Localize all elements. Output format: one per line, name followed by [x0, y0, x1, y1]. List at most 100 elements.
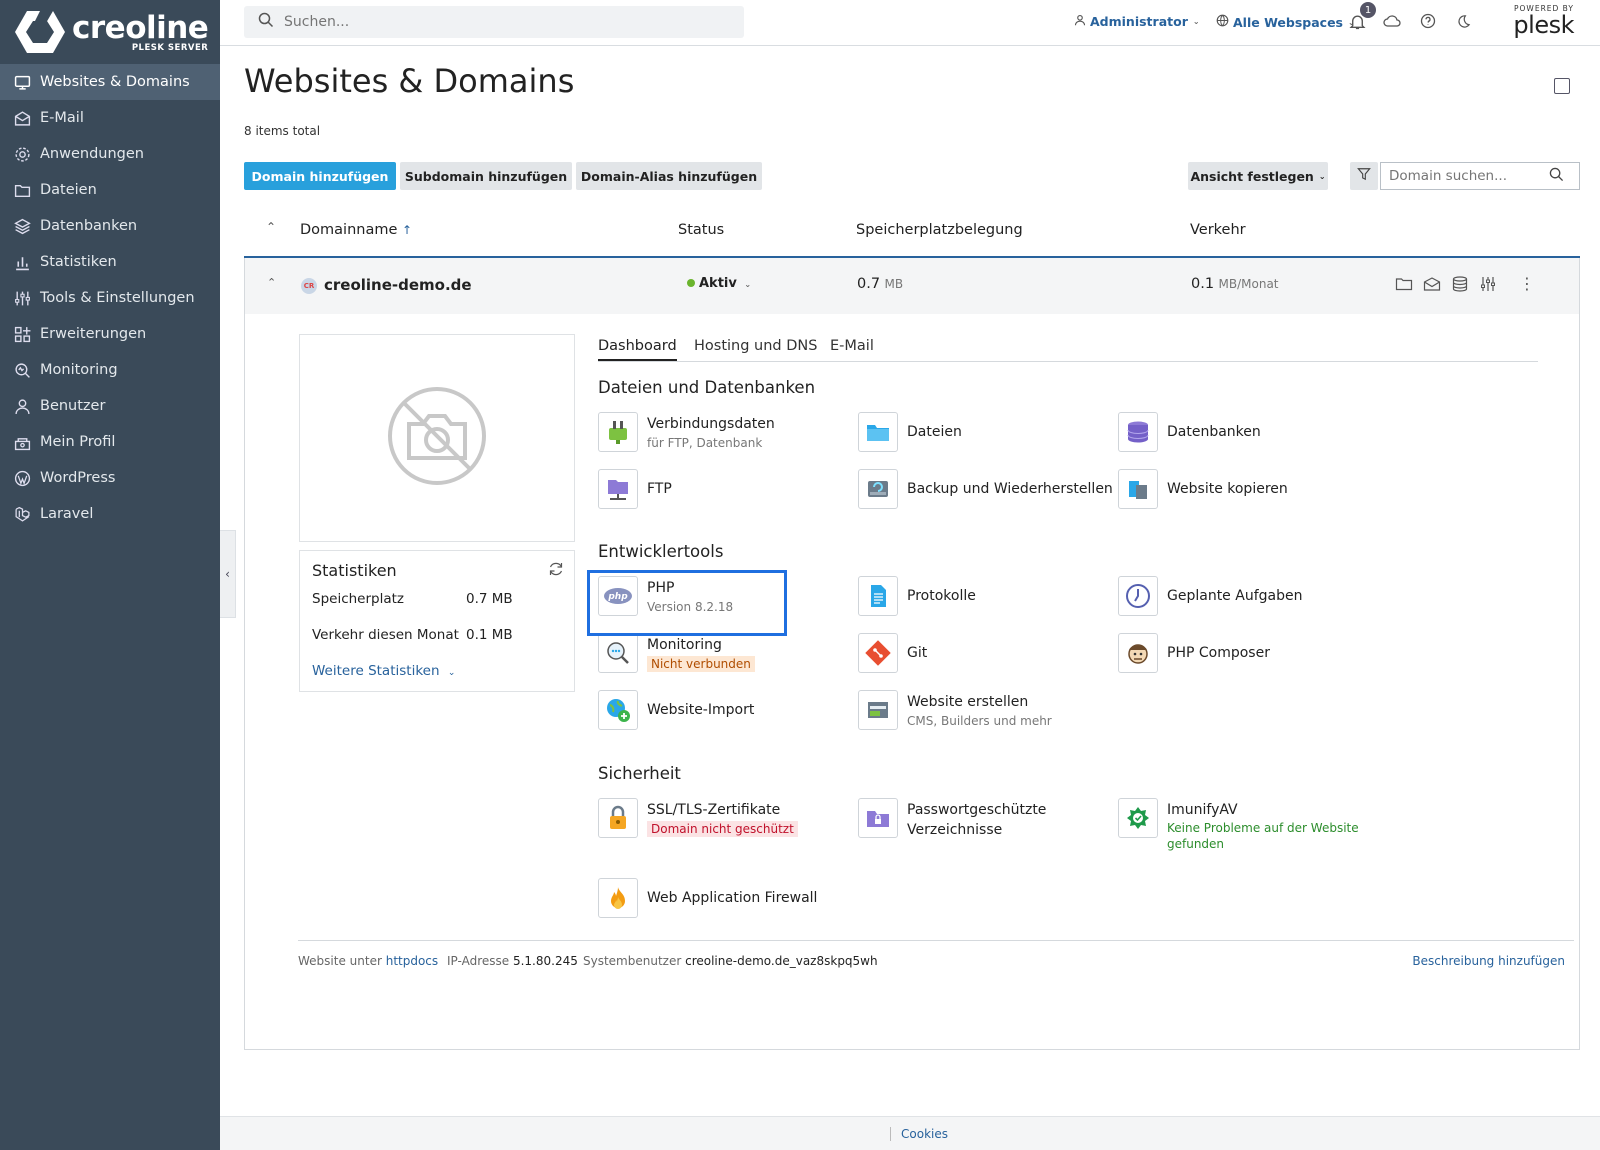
tool-protected-directories[interactable]: Passwortgeschützte Verzeichnisse	[858, 798, 1046, 840]
sidebar-item-applications[interactable]: Anwendungen	[0, 136, 220, 172]
add-description-link[interactable]: Beschreibung hinzufügen	[1412, 954, 1565, 968]
sidebar-item-wordpress[interactable]: WordPress	[0, 460, 220, 496]
tool-label: PHP Composer	[1167, 645, 1270, 661]
tool-git[interactable]: Git	[858, 633, 927, 673]
folder-icon	[858, 412, 898, 452]
filter-button[interactable]	[1350, 162, 1378, 190]
panel-toggle-icon[interactable]	[1554, 78, 1570, 94]
tool-label: Website kopieren	[1167, 481, 1288, 497]
webspace-selector[interactable]: Alle Webspaces ⌄	[1216, 14, 1355, 30]
tool-php-composer[interactable]: PHP Composer	[1118, 633, 1270, 673]
tool-ftp[interactable]: FTP	[598, 469, 672, 509]
tab-email[interactable]: E-Mail	[830, 338, 874, 359]
protected-folder-icon	[858, 798, 898, 838]
add-subdomain-button[interactable]: Subdomain hinzufügen	[400, 162, 572, 190]
httpdocs-link[interactable]: httpdocs	[386, 954, 438, 968]
traffic-usage: 0.1 MB/Monat	[1191, 276, 1279, 292]
ip-address: IP-Adresse 5.1.80.245	[447, 954, 578, 968]
brand-logo[interactable]: creoline PLESK SERVER	[0, 0, 220, 64]
tool-monitoring[interactable]: Monitoring Nicht verbunden	[598, 633, 755, 673]
sidebar-item-statistics[interactable]: Statistiken	[0, 244, 220, 280]
global-search[interactable]	[244, 6, 744, 38]
refresh-icon[interactable]	[548, 561, 564, 581]
sidebar-item-my-profile[interactable]: Mein Profil	[0, 424, 220, 460]
sidebar-item-websites-domains[interactable]: Websites & Domains	[0, 64, 220, 100]
more-vertical-icon[interactable]: ⋮	[1519, 274, 1535, 293]
status-badge: Nicht verbunden	[647, 656, 755, 672]
help-icon	[1420, 13, 1436, 33]
collapse-row-icon[interactable]: ⌃	[267, 276, 276, 289]
cloud-button[interactable]	[1381, 12, 1403, 34]
cookies-link[interactable]: Cookies	[890, 1127, 948, 1141]
collapse-all-icon[interactable]: ⌃	[266, 220, 276, 234]
page-footer: Cookies	[220, 1116, 1600, 1150]
sidebar-item-label: Mein Profil	[40, 434, 116, 450]
database-icon	[1118, 412, 1158, 452]
sort-ascending-icon: ↑	[402, 223, 413, 237]
dark-mode-toggle[interactable]	[1452, 12, 1474, 34]
sidebar-item-files[interactable]: Dateien	[0, 172, 220, 208]
status-dropdown[interactable]: Aktiv ⌄	[699, 276, 751, 291]
stat-traffic-label: Verkehr diesen Monat	[312, 627, 459, 643]
row-settings-button[interactable]	[1479, 276, 1497, 296]
more-statistics-link[interactable]: Weitere Statistiken ⌄	[312, 663, 455, 679]
notifications-button[interactable]: 1	[1346, 2, 1376, 34]
tool-connection-info[interactable]: Verbindungsdaten für FTP, Datenbank	[598, 412, 775, 452]
tool-logs[interactable]: Protokolle	[858, 576, 976, 616]
tool-scheduled-tasks[interactable]: Geplante Aufgaben	[1118, 576, 1302, 616]
tool-website-builder[interactable]: Website erstellen CMS, Builders und mehr	[858, 690, 1052, 730]
row-mail-button[interactable]	[1423, 276, 1441, 296]
database-icon	[1451, 276, 1469, 296]
column-header-status[interactable]: Status	[678, 222, 724, 238]
view-settings-button[interactable]: Ansicht festlegen ⌄	[1188, 162, 1328, 190]
page-title: Websites & Domains	[244, 62, 575, 100]
sidebar-item-monitoring[interactable]: Monitoring	[0, 352, 220, 388]
tool-backup[interactable]: Backup und Wiederherstellen	[858, 469, 1113, 509]
laravel-icon	[12, 504, 32, 524]
tool-imunifyav[interactable]: ImunifyAV Keine Probleme auf der Website…	[1118, 798, 1359, 852]
brand-name: creoline	[72, 9, 209, 46]
column-header-domain[interactable]: Domainname ↑	[300, 222, 412, 238]
domain-search-input[interactable]	[1389, 168, 1549, 184]
column-header-disk[interactable]: Speicherplatzbelegung	[856, 222, 1023, 238]
tool-label: Geplante Aufgaben	[1167, 588, 1303, 604]
tab-dashboard[interactable]: Dashboard	[598, 338, 677, 361]
sidebar-item-extensions[interactable]: Erweiterungen	[0, 316, 220, 352]
sidebar-item-label: Tools & Einstellungen	[40, 290, 195, 306]
sidebar-item-label: Datenbanken	[40, 218, 138, 234]
website-path-label: Website unter	[298, 954, 382, 968]
sidebar-item-tools-settings[interactable]: Tools & Einstellungen	[0, 280, 220, 316]
sidebar-item-email[interactable]: E-Mail	[0, 100, 220, 136]
tab-hosting-dns[interactable]: Hosting und DNS	[694, 338, 817, 359]
sidebar-item-label: Laravel	[40, 506, 94, 522]
column-header-traffic[interactable]: Verkehr	[1190, 222, 1246, 238]
log-file-icon	[858, 576, 898, 616]
global-search-input[interactable]	[284, 14, 684, 30]
traffic-value: 0.1	[1191, 276, 1215, 292]
disk-usage-unit: MB	[884, 277, 904, 291]
help-button[interactable]	[1417, 12, 1439, 34]
git-icon	[858, 633, 898, 673]
domain-search[interactable]	[1380, 162, 1580, 190]
sidebar-item-laravel[interactable]: Laravel	[0, 496, 220, 532]
add-domain-button[interactable]: Domain hinzufügen	[244, 162, 396, 190]
status-text: Keine Probleme auf der Website	[1167, 821, 1359, 835]
gear-icon	[12, 144, 32, 164]
tool-databases[interactable]: Datenbanken	[1118, 412, 1261, 452]
webspace-selector-label: Alle Webspaces	[1233, 14, 1343, 30]
sidebar-item-users[interactable]: Benutzer	[0, 388, 220, 424]
tool-ssl-certificates[interactable]: SSL/TLS-Zertifikate Domain nicht geschüt…	[598, 798, 798, 838]
plesk-logo: POWERED BY plesk	[1513, 4, 1574, 37]
tool-files[interactable]: Dateien	[858, 412, 962, 452]
tool-waf[interactable]: Web Application Firewall	[598, 878, 817, 918]
sidebar-item-databases[interactable]: Datenbanken	[0, 208, 220, 244]
add-domain-alias-button[interactable]: Domain-Alias hinzufügen	[576, 162, 762, 190]
statistics-title: Statistiken	[312, 561, 397, 580]
row-files-button[interactable]	[1395, 276, 1413, 296]
tool-copy-website[interactable]: Website kopieren	[1118, 469, 1288, 509]
domain-name-link[interactable]: creoline-demo.de	[324, 276, 472, 294]
tool-website-import[interactable]: Website-Import	[598, 690, 754, 730]
row-databases-button[interactable]	[1451, 276, 1469, 296]
domain-row[interactable]: ⌃ CR creoline-demo.de Aktiv ⌄ 0.7 MB 0.1…	[244, 258, 1580, 314]
user-menu[interactable]: Administrator ⌄	[1074, 14, 1200, 29]
